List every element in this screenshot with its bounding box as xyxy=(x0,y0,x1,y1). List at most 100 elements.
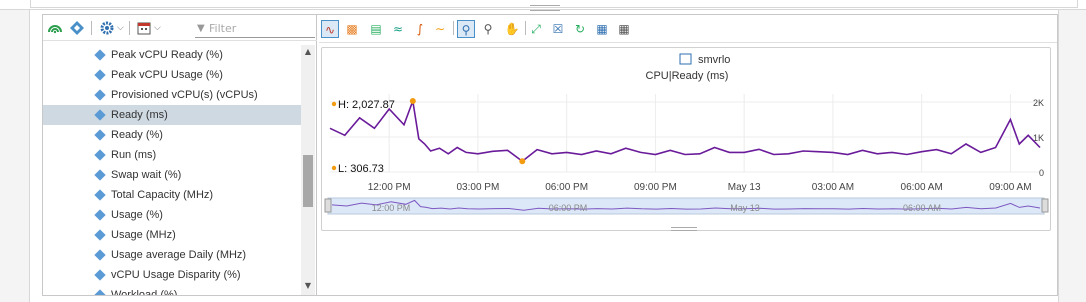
x-tick-label: 09:00 AM xyxy=(989,182,1031,193)
tree-item-label: Ready (%) xyxy=(111,129,163,141)
bar-chart-icon[interactable]: ▩ xyxy=(343,20,361,38)
metric-diamond-icon xyxy=(94,269,106,281)
metric-panel: ⌵ ⌵ ▼ Filter Peak vCPU Ready (%) Peak vCP… xyxy=(42,14,1058,296)
tree-item[interactable]: Provisioned vCPU(s) (vCPUs) xyxy=(43,85,301,105)
metric-tree-pane: ⌵ ⌵ ▼ Filter Peak vCPU Ready (%) Peak vCP… xyxy=(43,15,317,295)
chart-pane: ∿ ▩ ▤ ≈ ∫ ∼ ⚲ ⚲ ✋ ⤢ ☒ ↻ ▦ ▦ smvrlo CPU|Ready (ms) 12:00… xyxy=(319,15,1057,295)
fit-all-icon[interactable]: ⤢ xyxy=(527,20,545,38)
navigator-tick-label: May 13 xyxy=(730,203,760,213)
series-line xyxy=(329,97,1041,163)
chart-resize-grip[interactable] xyxy=(671,227,697,231)
line-chart-icon[interactable]: ∿ xyxy=(321,20,339,38)
metric-diamond-icon xyxy=(94,189,106,201)
x-tick-label: 09:00 PM xyxy=(634,182,677,193)
metric-chart: smvrlo CPU|Ready (ms) 12:00 PM 03:00 PM 06:0… xyxy=(321,47,1051,231)
filter-icon: ▼ xyxy=(197,23,205,34)
scroll-down-arrow-icon[interactable]: ▼ xyxy=(301,281,315,291)
forecast-icon[interactable]: ∼ xyxy=(431,20,449,38)
navigator-right-handle[interactable] xyxy=(1041,198,1049,213)
tree-item-label: Workload (%) xyxy=(111,289,178,295)
x-tick-label: 06:00 PM xyxy=(545,182,588,193)
close-chart-icon[interactable]: ☒ xyxy=(549,20,567,38)
tree-item-label: Ready (ms) xyxy=(111,109,168,121)
tree-item[interactable]: Ready (ms) xyxy=(43,105,301,125)
anomaly-icon[interactable]: ∫ xyxy=(411,20,429,38)
settings-icon[interactable] xyxy=(99,20,115,36)
tree-item-label: Provisioned vCPU(s) (vCPUs) xyxy=(111,89,258,101)
tree-item-label: Run (ms) xyxy=(111,149,157,161)
toolbar-separator xyxy=(453,21,454,35)
chart-toolbar: ∿ ▩ ▤ ≈ ∫ ∼ ⚲ ⚲ ✋ ⤢ ☒ ↻ ▦ ▦ xyxy=(319,15,1057,43)
tree-item[interactable]: Swap wait (%) xyxy=(43,165,301,185)
right-gutter xyxy=(1058,10,1086,302)
low-label-dot xyxy=(331,165,337,171)
chart-metric-title: CPU|Ready (ms) xyxy=(646,70,729,82)
tree-item-label: Usage (MHz) xyxy=(111,229,176,241)
toolbar-separator xyxy=(525,21,526,35)
metric-tree-toolbar: ⌵ ⌵ ▼ Filter xyxy=(43,15,317,41)
tree-item[interactable]: vCPU Usage Disparity (%) xyxy=(43,265,301,285)
pan-icon[interactable]: ✋ xyxy=(503,20,521,38)
date-icon[interactable]: ▦ xyxy=(593,20,611,38)
y-tick-label: 0 xyxy=(1039,168,1044,178)
scroll-thumb[interactable] xyxy=(303,155,313,207)
relationship-icon[interactable] xyxy=(69,20,85,36)
navigator-tick-label: 06:00 AM xyxy=(903,203,941,213)
filter-placeholder: Filter xyxy=(209,22,237,35)
tree-item[interactable]: Ready (%) xyxy=(43,125,301,145)
page: ⌵ ⌵ ▼ Filter Peak vCPU Ready (%) Peak vCP… xyxy=(0,0,1086,302)
tree-item-label: Total Capacity (MHz) xyxy=(111,189,214,201)
filter-input[interactable]: ▼ Filter xyxy=(195,20,315,38)
vm-object-icon xyxy=(679,53,692,65)
metric-diamond-icon xyxy=(94,69,106,81)
tree-item[interactable]: Total Capacity (MHz) xyxy=(43,185,301,205)
tree-item-label: Usage (%) xyxy=(111,209,163,221)
low-value-label: L: 306.73 xyxy=(338,163,384,175)
metric-diamond-icon xyxy=(94,49,106,61)
calendar-icon[interactable] xyxy=(136,20,152,36)
health-icon[interactable] xyxy=(47,20,63,36)
chart-canvas: smvrlo CPU|Ready (ms) 12:00 PM 03:00 PM 06:0… xyxy=(324,53,1049,215)
calendar-range-icon[interactable]: ▦ xyxy=(615,20,633,38)
dynamic-threshold-icon[interactable]: ≈ xyxy=(389,20,407,38)
tree-scrollbar[interactable]: ▲ ▼ xyxy=(301,45,315,295)
high-marker xyxy=(409,98,416,105)
metric-diamond-icon xyxy=(94,209,106,221)
tree-item-label: Peak vCPU Ready (%) xyxy=(111,49,223,61)
metric-diamond-icon xyxy=(94,109,106,121)
tree-item-label: vCPU Usage Disparity (%) xyxy=(111,269,241,281)
left-gutter xyxy=(0,10,30,302)
metric-diamond-icon xyxy=(94,249,106,261)
x-tick-label: 06:00 AM xyxy=(901,182,943,193)
tree-item-label: Swap wait (%) xyxy=(111,169,182,181)
zoom-select-icon[interactable]: ⚲ xyxy=(457,20,475,38)
navigator-tick-label: 06:00 PM xyxy=(549,203,588,213)
metric-tree: Peak vCPU Ready (%) Peak vCPU Usage (%) Pr… xyxy=(43,45,301,295)
top-resize-grip[interactable] xyxy=(530,5,560,11)
tree-item-label: Usage average Daily (MHz) xyxy=(111,249,247,261)
high-value-label: H: 2,027.87 xyxy=(338,99,395,111)
tree-item[interactable]: Usage (%) xyxy=(43,205,301,225)
tree-item[interactable]: Run (ms) xyxy=(43,145,301,165)
metric-diamond-icon xyxy=(94,289,106,295)
navigator-tick-label: 12:00 PM xyxy=(372,203,411,213)
refresh-icon[interactable]: ↻ xyxy=(571,20,589,38)
metric-diamond-icon xyxy=(94,89,106,101)
high-label-dot xyxy=(331,101,337,107)
x-tick-label: May 13 xyxy=(728,182,761,193)
tree-item[interactable]: Peak vCPU Ready (%) xyxy=(43,45,301,65)
toolbar-separator xyxy=(91,21,92,35)
scroll-up-arrow-icon[interactable]: ▲ xyxy=(301,47,315,57)
y-tick-label: 2K xyxy=(1033,98,1044,108)
metric-diamond-icon xyxy=(94,229,106,241)
tree-item[interactable]: Workload (%) xyxy=(43,285,301,295)
x-tick-label: 03:00 PM xyxy=(457,182,500,193)
calendar-dropdown-chevron-icon[interactable]: ⌵ xyxy=(154,20,161,36)
settings-dropdown-chevron-icon[interactable]: ⌵ xyxy=(117,20,124,36)
navigator-left-handle[interactable] xyxy=(324,198,332,213)
tree-item[interactable]: Peak vCPU Usage (%) xyxy=(43,65,301,85)
tree-item[interactable]: Usage average Daily (MHz) xyxy=(43,245,301,265)
zoom-out-icon[interactable]: ⚲ xyxy=(479,20,497,38)
trend-icon[interactable]: ▤ xyxy=(367,20,385,38)
tree-item[interactable]: Usage (MHz) xyxy=(43,225,301,245)
